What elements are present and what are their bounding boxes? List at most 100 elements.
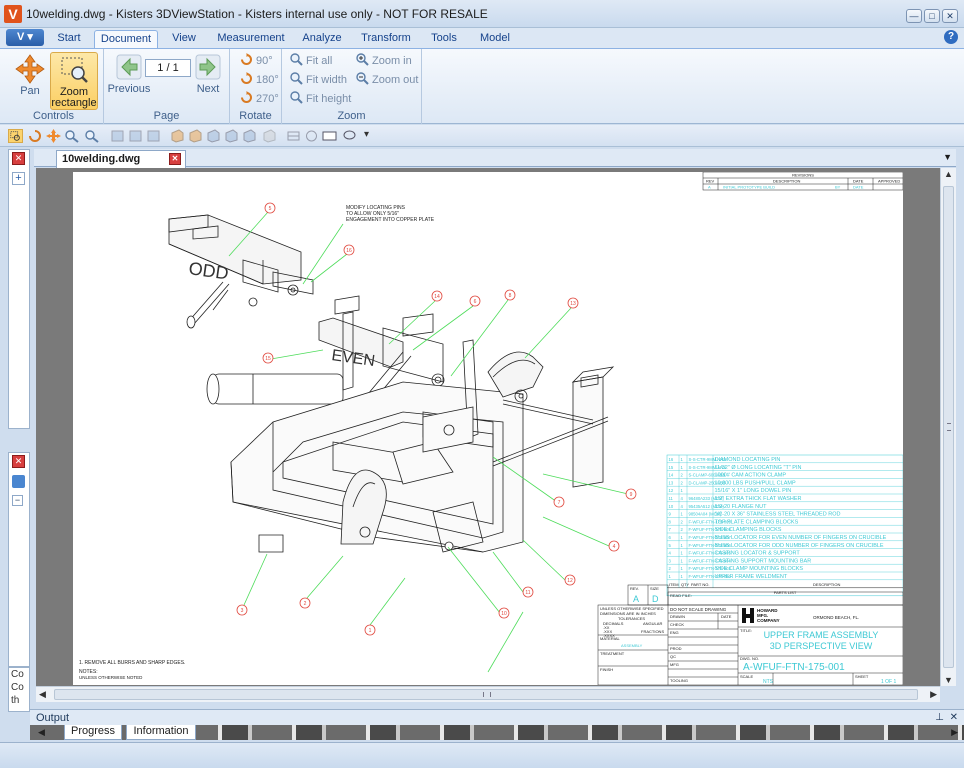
zoom-rectangle-button[interactable]: Zoom rectangle bbox=[50, 52, 98, 110]
drawing-viewport[interactable]: ODD EVEN MODIFY LOCATING PINS TO ALLOW O… bbox=[36, 168, 940, 686]
document-tab[interactable]: 10welding.dwg ✕ bbox=[56, 150, 186, 168]
zoom-rectangle-icon bbox=[61, 57, 88, 83]
parts-list-cell: 4 bbox=[669, 551, 672, 556]
balloon-number: 16 bbox=[346, 248, 352, 254]
view-front-icon[interactable] bbox=[110, 129, 125, 143]
close-tab-icon[interactable]: ✕ bbox=[169, 153, 181, 165]
status-bar bbox=[0, 742, 964, 768]
view-back-icon[interactable] bbox=[128, 129, 143, 143]
output-close-icon[interactable]: ✕ bbox=[950, 710, 958, 726]
next-page-button[interactable]: Next bbox=[190, 52, 226, 100]
parts-list-cell: SIDE CLAMP MOUNTING BLOCKS bbox=[715, 566, 804, 572]
drawing-sheet[interactable]: ODD EVEN MODIFY LOCATING PINS TO ALLOW O… bbox=[73, 171, 904, 686]
expand-icon[interactable]: + bbox=[12, 172, 25, 185]
horizontal-scroll-thumb[interactable] bbox=[54, 689, 918, 700]
page-number-input[interactable]: 1 / 1 bbox=[145, 59, 191, 77]
zoom-group-label: Zoom bbox=[337, 110, 366, 122]
revisions-title: REVISIONS bbox=[792, 173, 814, 178]
view-cube-icon[interactable] bbox=[242, 129, 257, 143]
help-icon[interactable]: ? bbox=[944, 30, 958, 44]
parts-list-cell: 1 bbox=[681, 543, 684, 548]
cad-drawing: ODD EVEN MODIFY LOCATING PINS TO ALLOW O… bbox=[79, 171, 904, 686]
document-tab-label: 10welding.dwg bbox=[62, 153, 141, 165]
zoom-out-icon bbox=[356, 72, 369, 85]
maximize-button[interactable]: □ bbox=[924, 9, 940, 23]
close-button[interactable]: ✕ bbox=[942, 9, 958, 23]
eng-label: ENG bbox=[670, 630, 679, 635]
balloon-number: 11 bbox=[525, 590, 530, 596]
rectangle-icon[interactable] bbox=[322, 129, 337, 143]
treatment-label: TREATMENT bbox=[600, 651, 625, 656]
rotate-tool-icon[interactable] bbox=[28, 129, 43, 143]
lasso-icon[interactable] bbox=[342, 129, 357, 143]
tab-start[interactable]: Start bbox=[48, 30, 90, 48]
section-icon[interactable] bbox=[286, 129, 301, 143]
tab-analyze[interactable]: Analyze bbox=[296, 30, 348, 48]
tab-measurement[interactable]: Measurement bbox=[212, 30, 290, 48]
panel-close-icon[interactable]: ✕ bbox=[12, 455, 25, 468]
parts-list-table: 16 1 S-S-CTR-9MM.ANSDIAMOND LOCATING PIN15… bbox=[666, 454, 904, 597]
balloon-number: 5 bbox=[269, 206, 272, 212]
view-left-icon[interactable] bbox=[146, 129, 161, 143]
collapse-icon[interactable]: − bbox=[12, 495, 23, 506]
fit-height-button[interactable]: Fit height bbox=[290, 91, 351, 107]
scroll-up-icon[interactable]: ▲ bbox=[944, 169, 953, 179]
tab-tools[interactable]: Tools bbox=[424, 30, 464, 48]
parts-list-cell: 1 bbox=[681, 566, 684, 571]
fit-all-button[interactable]: Fit all bbox=[290, 53, 332, 69]
app-menu-button[interactable]: V ▾ bbox=[6, 29, 44, 46]
view-cube-icon[interactable] bbox=[188, 129, 203, 143]
zoom-tool-icon[interactable] bbox=[64, 129, 79, 143]
scroll-down-icon[interactable]: ▼ bbox=[944, 675, 953, 685]
page-group-label: Page bbox=[153, 110, 180, 122]
parts-list-cell: 1/2-20 X 36" STAINLESS STEEL THREADED RO… bbox=[715, 512, 841, 518]
view-cube-icon[interactable] bbox=[262, 129, 277, 143]
pan-button[interactable]: Pan bbox=[10, 52, 50, 108]
tabs-scroll-right-icon[interactable]: ▶ bbox=[951, 727, 958, 738]
magnifier-icon bbox=[290, 53, 303, 66]
pin-icon[interactable]: ⊥ bbox=[935, 710, 944, 726]
view-cube-icon[interactable] bbox=[224, 129, 239, 143]
parts-list-cell: 1/2-20 FLANGE NUT bbox=[715, 504, 768, 510]
zoom-fit-tool-icon[interactable] bbox=[84, 129, 99, 143]
zoom-rectangle-tool-icon[interactable] bbox=[8, 129, 23, 143]
parts-list-cell: 2 bbox=[681, 473, 684, 478]
zoom-in-button[interactable]: Zoom in bbox=[356, 53, 412, 69]
parts-list-cell: 15/16" X 1" LONG DOWEL PIN bbox=[715, 488, 792, 494]
rotate-270-button[interactable]: 270° bbox=[240, 91, 279, 107]
tab-transform[interactable]: Transform bbox=[356, 30, 416, 48]
tab-document[interactable]: Document bbox=[94, 30, 158, 48]
parts-list-cell: 7 bbox=[669, 527, 672, 532]
view-cube-icon[interactable] bbox=[170, 129, 185, 143]
tab-view[interactable]: View bbox=[162, 30, 206, 48]
scroll-left-icon[interactable]: ◀ bbox=[39, 689, 46, 700]
panel-text: Co bbox=[11, 669, 24, 680]
parts-list-cell: 4 bbox=[681, 504, 684, 509]
note-text: 1. REMOVE ALL BURRS AND SHARP EDGES. bbox=[79, 660, 185, 666]
circle-icon[interactable] bbox=[304, 129, 319, 143]
properties-icon[interactable] bbox=[12, 475, 25, 488]
balloon-number: 13 bbox=[570, 301, 576, 307]
tab-progress[interactable]: Progress bbox=[64, 725, 122, 740]
rotate-180-button[interactable]: 180° bbox=[240, 72, 279, 88]
pan-tool-icon[interactable] bbox=[46, 129, 61, 143]
fit-width-button[interactable]: Fit width bbox=[290, 72, 347, 88]
scroll-right-icon[interactable]: ▶ bbox=[930, 689, 937, 700]
rotate-90-button[interactable]: 90° bbox=[240, 53, 273, 69]
tab-model[interactable]: Model bbox=[472, 30, 518, 48]
zoom-out-button[interactable]: Zoom out bbox=[356, 72, 418, 88]
vertical-scroll-thumb[interactable] bbox=[943, 186, 954, 668]
drawing-number: A-WFUF-FTN-175-001 bbox=[743, 662, 845, 673]
horizontal-scrollbar[interactable]: ◀ ▶ bbox=[36, 686, 940, 702]
vertical-scrollbar[interactable]: ▲ ▼ bbox=[940, 168, 956, 686]
minimize-button[interactable]: — bbox=[906, 9, 922, 23]
panel-close-icon[interactable]: ✕ bbox=[12, 152, 25, 165]
toolbar-overflow-icon[interactable]: ▾ bbox=[364, 129, 379, 143]
tabs-scroll-left-icon[interactable]: ◀ bbox=[38, 727, 45, 738]
view-cube-icon[interactable] bbox=[206, 129, 221, 143]
parts-list-cell: 9 bbox=[669, 512, 672, 517]
tab-dropdown-icon[interactable]: ▼ bbox=[943, 152, 952, 162]
parts-list-cell: 1 bbox=[681, 551, 684, 556]
tab-information[interactable]: Information bbox=[126, 725, 196, 740]
company-name: COMPANY bbox=[757, 618, 780, 623]
